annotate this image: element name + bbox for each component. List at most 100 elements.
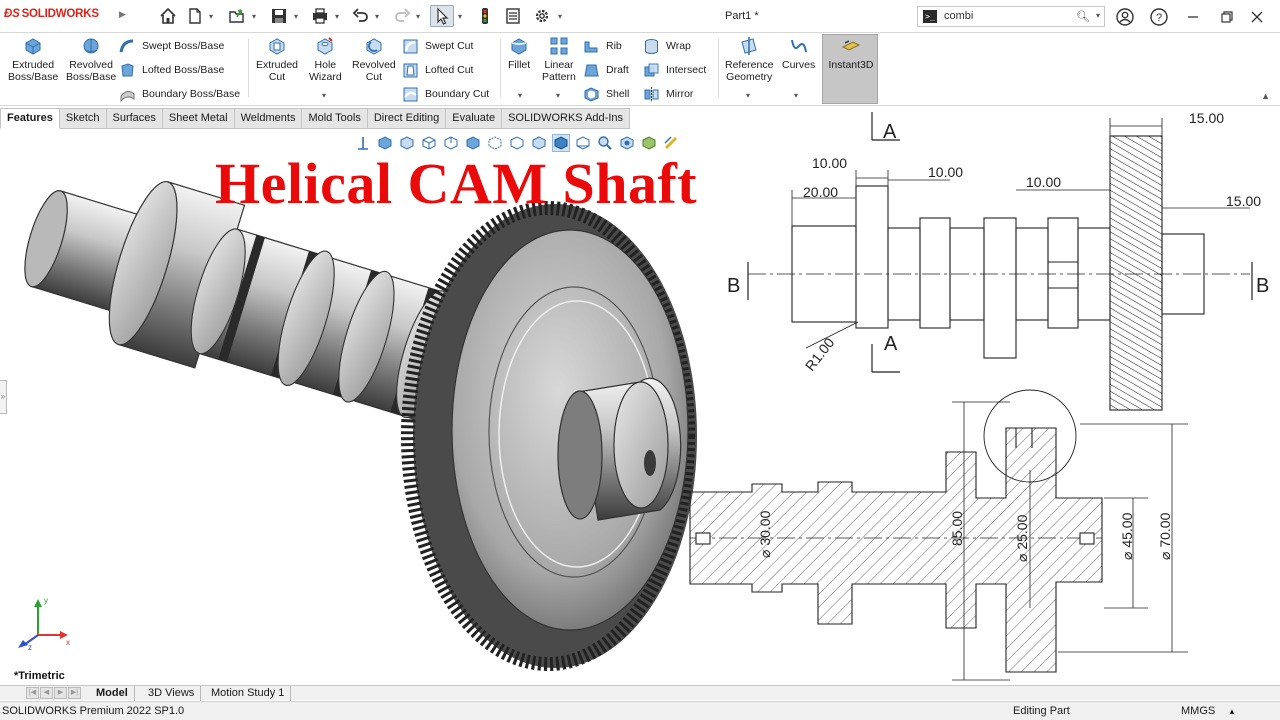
- extruded-cut-button[interactable]: Extruded Cut: [256, 36, 298, 83]
- extruded-boss-label-2: Boss/Base: [8, 71, 59, 83]
- collapse-ribbon-icon[interactable]: ▲: [1261, 91, 1270, 101]
- select-dropdown-icon[interactable]: ▾: [455, 5, 465, 27]
- tab-motion-study-1[interactable]: Motion Study 1: [205, 686, 292, 701]
- minimize-icon[interactable]: [1183, 7, 1203, 27]
- search-box[interactable]: >_ combi 🔍︎ ▾: [917, 6, 1105, 27]
- reference-geometry-dropdown-icon[interactable]: ▾: [746, 91, 750, 100]
- extruded-boss-base-button[interactable]: Extruded Boss/Base: [8, 36, 58, 83]
- solidworks-logo[interactable]: ƉS SOLIDWORKS: [4, 8, 99, 20]
- boundary-cut-icon: [403, 87, 418, 101]
- tab-evaluate[interactable]: Evaluate: [446, 108, 503, 129]
- search-icon[interactable]: 🔍︎: [1076, 10, 1090, 23]
- revolved-cut-button[interactable]: Revolved Cut: [352, 36, 396, 83]
- select-pointer-icon[interactable]: [430, 5, 454, 27]
- intersect-button[interactable]: Intersect: [643, 60, 706, 80]
- home-icon[interactable]: [157, 5, 179, 27]
- hole-wizard-dropdown-icon[interactable]: ▾: [322, 91, 326, 100]
- open-icon[interactable]: [226, 5, 248, 27]
- menu-expand-icon[interactable]: ▶: [119, 9, 126, 20]
- options-gear-icon[interactable]: [531, 5, 553, 27]
- unit-system-dropdown-icon[interactable]: ▲: [1228, 707, 1236, 716]
- mirror-button[interactable]: Mirror: [643, 84, 693, 104]
- boundary-boss-icon: [120, 90, 135, 102]
- fillet-dropdown-icon[interactable]: ▾: [518, 91, 522, 100]
- solidworks-window: ƉS SOLIDWORKS ▶ ▾ ▾ ▾ ▾ ▾ ▾ ▾ ▾ Part1 * >…: [0, 0, 1280, 720]
- revolved-boss-base-button[interactable]: Revolved Boss/Base: [66, 36, 116, 83]
- boundary-boss-base-button[interactable]: Boundary Boss/Base: [119, 84, 240, 104]
- wrap-button[interactable]: Wrap: [643, 36, 691, 56]
- instant3d-button[interactable]: Instant3D: [822, 34, 878, 104]
- ribbon-separator: [500, 39, 501, 97]
- boundary-cut-button[interactable]: Boundary Cut: [402, 84, 489, 104]
- lofted-cut-button[interactable]: Lofted Cut: [402, 60, 473, 80]
- redo-icon[interactable]: [391, 5, 413, 27]
- rebuild-traffic-light-icon[interactable]: [474, 5, 496, 27]
- print-dropdown-icon[interactable]: ▾: [332, 5, 342, 27]
- section-label-b-left: B: [727, 275, 740, 297]
- last-tab-icon[interactable]: ▶|: [68, 687, 81, 699]
- tab-surfaces[interactable]: Surfaces: [106, 108, 163, 129]
- linear-pattern-button[interactable]: Linear Pattern: [542, 36, 576, 83]
- dim-15-right: 15.00: [1226, 193, 1261, 209]
- draft-button[interactable]: Draft: [583, 60, 629, 80]
- hole-wizard-icon: [317, 37, 334, 55]
- search-commands-icon[interactable]: >_: [923, 10, 937, 23]
- close-icon[interactable]: [1247, 7, 1267, 27]
- save-icon[interactable]: [268, 5, 290, 27]
- shell-icon: [584, 86, 599, 102]
- document-title: Part1 *: [725, 10, 759, 22]
- tab-features[interactable]: Features: [0, 108, 60, 129]
- revolved-boss-label-2: Boss/Base: [66, 71, 117, 83]
- save-dropdown-icon[interactable]: ▾: [291, 5, 301, 27]
- next-tab-icon[interactable]: ▶: [54, 687, 67, 699]
- tab-mold-tools[interactable]: Mold Tools: [302, 108, 368, 129]
- undo-dropdown-icon[interactable]: ▾: [372, 5, 382, 27]
- tab-weldments[interactable]: Weldments: [234, 108, 303, 129]
- tab-model[interactable]: Model: [90, 686, 135, 701]
- tab-sketch[interactable]: Sketch: [59, 108, 107, 129]
- search-dropdown-icon[interactable]: ▾: [1096, 11, 1100, 20]
- unit-system-selector[interactable]: MMGS: [1181, 705, 1215, 717]
- reference-geometry-button[interactable]: Reference Geometry: [725, 36, 773, 83]
- product-version-text: SOLIDWORKS Premium 2022 SP1.0: [2, 705, 185, 717]
- lofted-cut-label: Lofted Cut: [425, 64, 474, 76]
- feature-manager-expand-handle[interactable]: »: [0, 380, 7, 414]
- shell-button[interactable]: Shell: [583, 84, 629, 104]
- fillet-button[interactable]: Fillet: [508, 36, 530, 71]
- linear-pattern-dropdown-icon[interactable]: ▾: [556, 91, 560, 100]
- redo-dropdown-icon[interactable]: ▾: [413, 5, 423, 27]
- swept-cut-button[interactable]: Swept Cut: [402, 36, 473, 56]
- prev-tab-icon[interactable]: ◀: [40, 687, 53, 699]
- curves-dropdown-icon[interactable]: ▾: [794, 91, 798, 100]
- new-document-icon[interactable]: [184, 5, 206, 27]
- tab-sheet-metal[interactable]: Sheet Metal: [162, 108, 235, 129]
- reference-triad[interactable]: y x z: [14, 595, 74, 650]
- tab-solidworks-add-ins[interactable]: SOLIDWORKS Add-Ins: [502, 108, 631, 129]
- first-tab-icon[interactable]: |◀: [26, 687, 39, 699]
- user-account-icon[interactable]: [1115, 7, 1135, 27]
- new-dropdown-icon[interactable]: ▾: [206, 5, 216, 27]
- swept-boss-label: Swept Boss/Base: [142, 40, 225, 52]
- search-input[interactable]: combi: [944, 10, 973, 22]
- print-icon[interactable]: [309, 5, 331, 27]
- lofted-boss-base-button[interactable]: Lofted Boss/Base: [119, 60, 224, 80]
- tab-direct-editing[interactable]: Direct Editing: [367, 108, 447, 129]
- command-manager-ribbon: Extruded Boss/Base Revolved Boss/Base Sw…: [0, 33, 1280, 106]
- swept-boss-base-button[interactable]: Swept Boss/Base: [119, 36, 224, 56]
- restore-icon[interactable]: [1217, 7, 1237, 27]
- curves-button[interactable]: Curves: [782, 36, 815, 71]
- hole-wizard-button[interactable]: Hole Wizard: [309, 36, 342, 83]
- undo-icon[interactable]: [350, 5, 372, 27]
- help-icon[interactable]: ?: [1149, 7, 1169, 27]
- swept-cut-label: Swept Cut: [425, 40, 474, 52]
- hole-wizard-label-1: Hole: [314, 59, 337, 71]
- options-dropdown-icon[interactable]: ▾: [555, 5, 565, 27]
- tab-3d-views[interactable]: 3D Views: [142, 686, 202, 701]
- open-dropdown-icon[interactable]: ▾: [249, 5, 259, 27]
- linear-pattern-label-2: Pattern: [542, 71, 576, 83]
- rib-button[interactable]: Rib: [583, 36, 622, 56]
- file-properties-icon[interactable]: [502, 5, 524, 27]
- title-bar: ƉS SOLIDWORKS ▶ ▾ ▾ ▾ ▾ ▾ ▾ ▾ ▾ Part1 * >…: [0, 0, 1280, 33]
- boundary-cut-label: Boundary Cut: [425, 88, 490, 100]
- triad-z-label: z: [28, 643, 32, 650]
